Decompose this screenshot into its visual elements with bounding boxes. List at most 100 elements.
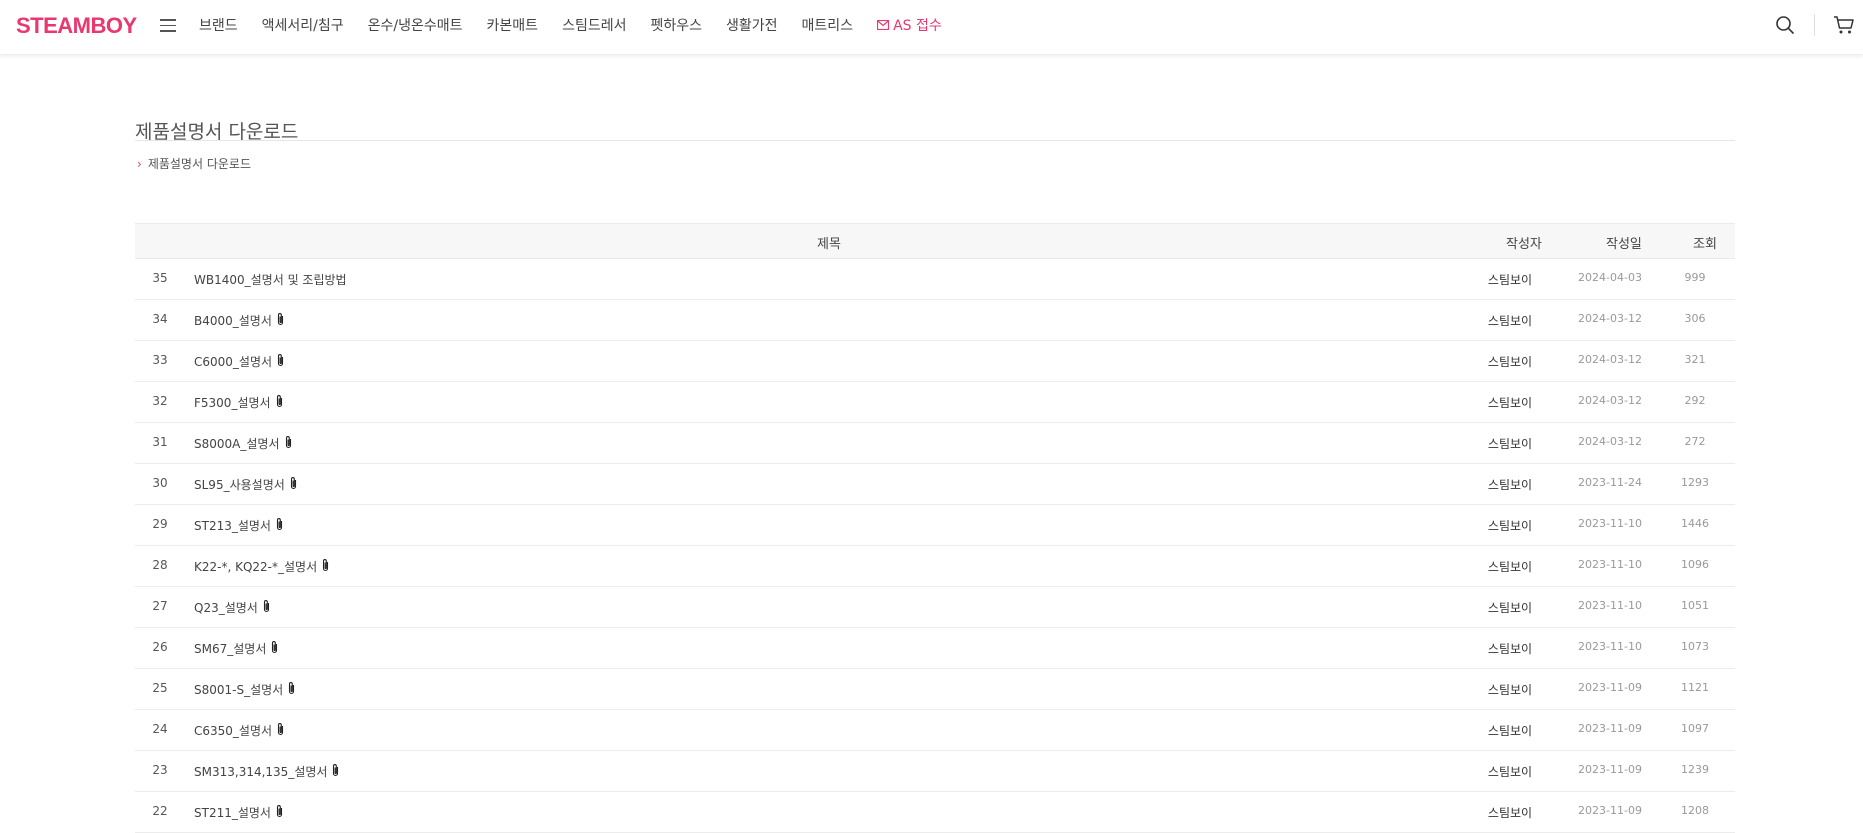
- post-title-link[interactable]: S8000A_설명서: [194, 435, 293, 452]
- hamburger-menu-icon[interactable]: [160, 15, 176, 35]
- post-title-link[interactable]: WB1400_설명서 및 조립방법: [194, 271, 347, 288]
- post-title-link[interactable]: SM313,314,135_설명서: [194, 763, 340, 780]
- attachment-icon[interactable]: [270, 640, 279, 657]
- post-views: 1446: [1681, 517, 1709, 530]
- attachment-icon[interactable]: [275, 517, 284, 534]
- post-title: WB1400_설명서 및 조립방법: [194, 273, 347, 287]
- post-views: 1121: [1681, 681, 1709, 694]
- post-title-link[interactable]: Q23_설명서: [194, 599, 271, 616]
- nav-item-mattress[interactable]: 매트리스: [802, 15, 854, 35]
- post-title-link[interactable]: ST211_설명서: [194, 804, 284, 821]
- nav-item-pet-house[interactable]: 펫하우스: [650, 15, 702, 35]
- table-row[interactable]: 23 SM313,314,135_설명서 스팀보이 2023-11-09 1239: [135, 751, 1735, 792]
- post-title-link[interactable]: C6350_설명서: [194, 722, 285, 739]
- post-number: 29: [152, 517, 168, 531]
- table-row[interactable]: 26 SM67_설명서 스팀보이 2023-11-10 1073: [135, 628, 1735, 669]
- table-row[interactable]: 30 SL95_사용설명서 스팀보이 2023-11-24 1293: [135, 464, 1735, 505]
- table-row[interactable]: 34 B4000_설명서 스팀보이 2024-03-12 306: [135, 300, 1735, 341]
- nav-item-as-request[interactable]: AS 접수: [877, 15, 942, 35]
- table-row[interactable]: 33 C6000_설명서 스팀보이 2024-03-12 321: [135, 341, 1735, 382]
- main-nav: 브랜드 액세서리/침구 온수/냉온수매트 카본매트 스팀드레서 펫하우스 생활가…: [199, 0, 942, 50]
- attachment-icon[interactable]: [276, 312, 285, 329]
- table-row[interactable]: 29 ST213_설명서 스팀보이 2023-11-10 1446: [135, 505, 1735, 546]
- post-title-link[interactable]: K22-*, KQ22-*_설명서: [194, 558, 330, 575]
- attachment-icon[interactable]: [321, 558, 330, 575]
- post-title-link[interactable]: SL95_사용설명서: [194, 476, 298, 493]
- post-views: 999: [1684, 271, 1706, 284]
- post-date: 2023-11-10: [1578, 599, 1642, 612]
- table-row[interactable]: 31 S8000A_설명서 스팀보이 2024-03-12 272: [135, 423, 1735, 464]
- post-date: 2023-11-24: [1578, 476, 1642, 489]
- logo[interactable]: STEAMBOY: [16, 13, 137, 39]
- post-views: 1051: [1681, 599, 1709, 612]
- nav-item-steam-dresser[interactable]: 스팀드레서: [562, 15, 626, 35]
- table-row[interactable]: 32 F5300_설명서 스팀보이 2024-03-12 292: [135, 382, 1735, 423]
- post-views: 1097: [1681, 722, 1709, 735]
- post-title: SM67_설명서: [194, 642, 267, 656]
- post-title: C6350_설명서: [194, 724, 273, 738]
- table-row[interactable]: 27 Q23_설명서 스팀보이 2023-11-10 1051: [135, 587, 1735, 628]
- post-views: 306: [1684, 312, 1706, 325]
- post-title: B4000_설명서: [194, 314, 272, 328]
- post-title-link[interactable]: C6000_설명서: [194, 353, 285, 370]
- post-writer: 스팀보이: [1487, 519, 1533, 533]
- table-row[interactable]: 22 ST211_설명서 스팀보이 2023-11-09 1208: [135, 792, 1735, 833]
- post-date: 2023-11-09: [1578, 763, 1642, 776]
- attachment-icon[interactable]: [275, 394, 284, 411]
- post-writer: 스팀보이: [1487, 601, 1533, 615]
- post-title: K22-*, KQ22-*_설명서: [194, 560, 318, 574]
- post-title: F5300_설명서: [194, 396, 271, 410]
- as-label: AS 접수: [893, 18, 942, 34]
- table-header: 제목 작성자 작성일 조회: [135, 223, 1735, 259]
- post-views: 1208: [1681, 804, 1709, 817]
- post-views: 292: [1684, 394, 1706, 407]
- post-number: 28: [152, 558, 168, 572]
- breadcrumb-current[interactable]: 제품설명서 다운로드: [148, 155, 251, 172]
- post-number: 27: [152, 599, 168, 613]
- nav-item-accessories[interactable]: 액세서리/침구: [262, 15, 344, 35]
- table-row[interactable]: 25 S8001-S_설명서 스팀보이 2023-11-09 1121: [135, 669, 1735, 710]
- chevron-right-icon: ›: [137, 156, 142, 171]
- post-title-link[interactable]: ST213_설명서: [194, 517, 284, 534]
- post-number: 32: [152, 394, 168, 408]
- attachment-icon[interactable]: [287, 681, 296, 698]
- nav-item-appliances[interactable]: 생활가전: [726, 15, 778, 35]
- table-row[interactable]: 35 WB1400_설명서 및 조립방법 스팀보이 2024-04-03 999: [135, 259, 1735, 300]
- attachment-icon[interactable]: [284, 435, 293, 452]
- search-icon[interactable]: [1775, 15, 1795, 35]
- post-title: ST213_설명서: [194, 519, 271, 533]
- attachment-icon[interactable]: [275, 804, 284, 821]
- post-writer: 스팀보이: [1487, 437, 1533, 451]
- post-date: 2024-03-12: [1578, 435, 1642, 448]
- attachment-icon[interactable]: [289, 476, 298, 493]
- nav-item-carbon-mat[interactable]: 카본매트: [487, 15, 539, 35]
- post-title-link[interactable]: SM67_설명서: [194, 640, 279, 657]
- cart-icon[interactable]: [1833, 14, 1855, 36]
- header-title: 제목: [817, 237, 841, 252]
- table-row[interactable]: 28 K22-*, KQ22-*_설명서 스팀보이 2023-11-10 1096: [135, 546, 1735, 587]
- post-date: 2024-03-12: [1578, 394, 1642, 407]
- post-writer: 스팀보이: [1487, 396, 1533, 410]
- post-number: 26: [152, 640, 168, 654]
- post-title: S8001-S_설명서: [194, 683, 284, 697]
- post-number: 35: [152, 271, 168, 285]
- post-number: 34: [152, 312, 168, 326]
- table-row[interactable]: 24 C6350_설명서 스팀보이 2023-11-09 1097: [135, 710, 1735, 751]
- table-body: 35 WB1400_설명서 및 조립방법 스팀보이 2024-04-03 999 34 B4…: [135, 259, 1735, 833]
- attachment-icon[interactable]: [262, 599, 271, 616]
- post-title-link[interactable]: F5300_설명서: [194, 394, 284, 411]
- nav-item-water-mat[interactable]: 온수/냉온수매트: [368, 15, 463, 35]
- post-number: 22: [152, 804, 168, 818]
- nav-item-brand[interactable]: 브랜드: [199, 15, 238, 35]
- post-date: 2023-11-10: [1578, 558, 1642, 571]
- attachment-icon[interactable]: [276, 353, 285, 370]
- post-views: 272: [1684, 435, 1706, 448]
- post-views: 1239: [1681, 763, 1709, 776]
- post-title-link[interactable]: B4000_설명서: [194, 312, 285, 329]
- attachment-icon[interactable]: [276, 722, 285, 739]
- post-writer: 스팀보이: [1487, 683, 1533, 697]
- attachment-icon[interactable]: [331, 763, 340, 780]
- post-date: 2023-11-09: [1578, 722, 1642, 735]
- post-title-link[interactable]: S8001-S_설명서: [194, 681, 296, 698]
- post-title: ST211_설명서: [194, 806, 271, 820]
